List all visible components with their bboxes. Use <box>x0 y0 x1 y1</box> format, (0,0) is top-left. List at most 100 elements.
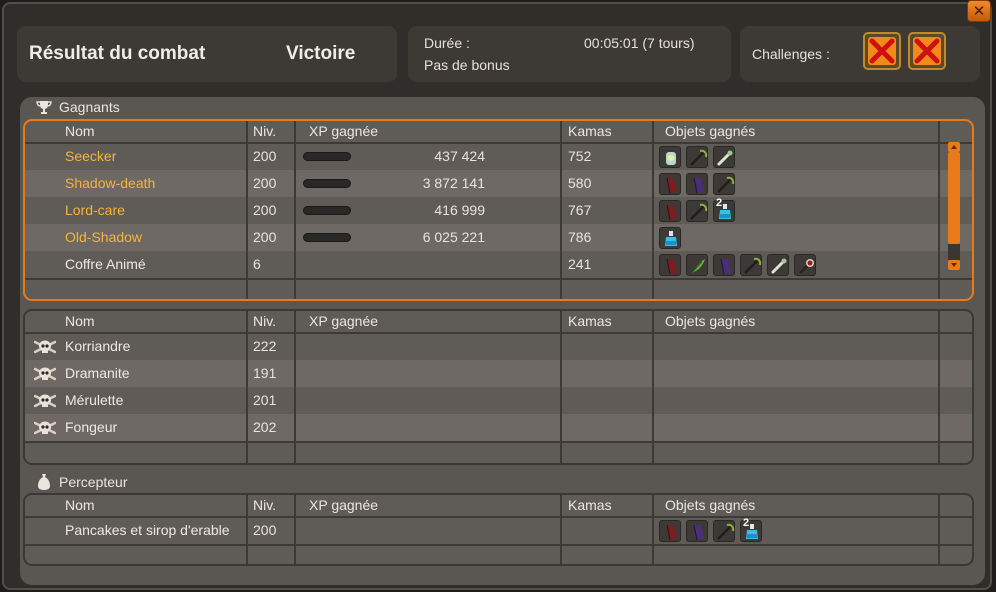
player-level: 202 <box>253 419 277 435</box>
cross-icon <box>914 38 940 64</box>
player-level: 6 <box>253 256 261 272</box>
loot-item[interactable] <box>659 200 681 222</box>
losers-table: Nom Niv. XP gagnée Kamas Objets gagnés Korria… <box>23 309 974 465</box>
red-cape-icon <box>666 204 677 221</box>
column-divider <box>652 121 654 299</box>
column-header-name: Nom <box>65 313 95 329</box>
loot-item[interactable] <box>713 520 735 542</box>
column-header-xp: XP gagnée <box>309 497 379 513</box>
player-level: 200 <box>253 522 277 538</box>
table-row[interactable]: Korriandre 222 <box>25 333 972 360</box>
loot-item[interactable] <box>686 254 708 276</box>
purple-cape-icon <box>693 524 704 541</box>
bone-wand-icon <box>717 150 733 166</box>
table-row[interactable]: Fongeur 202 <box>25 414 972 441</box>
column-header-items: Objets gagnés <box>665 123 756 139</box>
loot-item[interactable] <box>713 254 735 276</box>
loot-item[interactable] <box>686 173 708 195</box>
player-name: Shadow-death <box>65 175 156 191</box>
xp-gained: 437 424 <box>434 148 485 164</box>
table-row[interactable]: Seecker 200 437 424 752 <box>25 143 972 170</box>
column-divider <box>938 495 940 564</box>
table-row[interactable]: Old-Shadow 200 6 025 221 786 <box>25 224 972 251</box>
kamas-gained: 241 <box>568 256 592 272</box>
result-header: Résultat du combat Victoire <box>17 26 397 82</box>
dark-scythe-icon <box>690 203 708 220</box>
loot-item[interactable] <box>740 254 762 276</box>
loot-item[interactable] <box>794 254 816 276</box>
player-name: Fongeur <box>65 419 118 435</box>
row-divider <box>25 142 972 144</box>
dark-scythe-icon <box>690 149 708 166</box>
player-name: Mérulette <box>65 392 124 408</box>
xp-gained: 6 025 221 <box>422 229 485 245</box>
bonus-text: Pas de bonus <box>424 57 510 73</box>
loot-item[interactable]: 2 <box>713 197 735 222</box>
loot-item[interactable] <box>713 146 735 168</box>
column-divider <box>294 495 296 564</box>
row-divider <box>25 278 972 280</box>
column-header-kamas: Kamas <box>568 497 612 513</box>
column-header-items: Objets gagnés <box>665 313 756 329</box>
column-divider <box>294 311 296 463</box>
red-cape-icon <box>666 524 677 541</box>
column-divider <box>652 495 654 564</box>
player-level: 200 <box>253 229 277 245</box>
column-divider <box>294 121 296 299</box>
xp-bar <box>303 152 351 161</box>
table-row[interactable]: Dramanite 191 <box>25 360 972 387</box>
player-level: 191 <box>253 365 277 381</box>
skull-icon <box>33 420 57 440</box>
table-row[interactable]: Mérulette 201 <box>25 387 972 414</box>
skull-icon <box>33 366 57 386</box>
table-row[interactable]: Coffre Animé 6 241 <box>25 251 972 278</box>
winners-scrollbar[interactable] <box>947 142 961 272</box>
player-name: Coffre Animé <box>65 256 146 272</box>
column-header-name: Nom <box>65 497 95 513</box>
column-header-items: Objets gagnés <box>665 497 756 513</box>
loot-item[interactable] <box>659 254 681 276</box>
loot-item[interactable] <box>767 254 789 276</box>
player-name: Old-Shadow <box>65 229 143 245</box>
green-feather-icon <box>691 259 705 274</box>
column-header-xp: XP gagnée <box>309 313 379 329</box>
dark-scythe-icon <box>717 176 735 193</box>
purple-cape-icon <box>693 177 704 194</box>
loot-item[interactable] <box>659 227 681 249</box>
loot-item[interactable]: 2 <box>740 517 762 542</box>
table-row[interactable]: Lord-care 200 416 999 767 2 <box>25 197 972 224</box>
column-divider <box>246 311 248 463</box>
xp-bar <box>303 233 351 242</box>
kamas-gained: 767 <box>568 202 592 218</box>
table-header: Nom Niv. XP gagnée Kamas Objets gagnés <box>25 311 972 333</box>
winners-table: Nom Niv. XP gagnée Kamas Objets gagnés Seecke… <box>23 119 974 301</box>
loot-item[interactable] <box>686 146 708 168</box>
loot-item[interactable] <box>686 520 708 542</box>
table-row[interactable]: Shadow-death 200 3 872 141 580 <box>25 170 972 197</box>
loot-item[interactable] <box>686 200 708 222</box>
challenge-failed-2[interactable] <box>908 32 946 70</box>
row-divider <box>25 544 972 546</box>
player-level: 222 <box>253 338 277 354</box>
loot-item[interactable] <box>659 173 681 195</box>
loot-item[interactable] <box>659 146 681 168</box>
kamas-gained: 786 <box>568 229 592 245</box>
loot-item[interactable] <box>659 520 681 542</box>
potion-gem-icon <box>666 152 676 165</box>
challenge-failed-1[interactable] <box>863 32 901 70</box>
red-cape-icon <box>666 258 677 275</box>
column-divider <box>652 311 654 463</box>
blue-potion-icon <box>665 231 677 246</box>
close-button[interactable]: ✕ <box>967 0 991 22</box>
table-row[interactable]: Pancakes et sirop d'erable 200 2 <box>25 517 972 544</box>
duration-label: Durée : <box>424 35 470 51</box>
loot-item[interactable] <box>713 173 735 195</box>
duration-panel: Durée : 00:05:01 (7 tours) Pas de bonus <box>408 26 731 82</box>
collector-table: Nom Niv. XP gagnée Kamas Objets gagnés Pancak… <box>23 493 974 566</box>
window-title: Résultat du combat <box>29 43 206 64</box>
player-name: Korriandre <box>65 338 131 354</box>
table-header: Nom Niv. XP gagnée Kamas Objets gagnés <box>25 121 972 143</box>
row-divider <box>25 441 972 443</box>
column-divider <box>938 311 940 463</box>
xp-gained: 3 872 141 <box>422 175 485 191</box>
